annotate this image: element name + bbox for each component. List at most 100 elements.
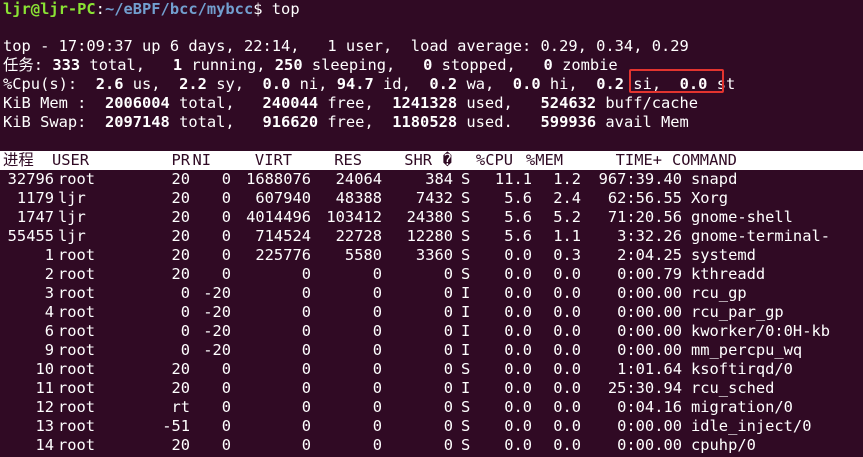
cpu-id: 94.7 xyxy=(336,75,374,93)
cell-virt: 0 xyxy=(301,417,311,435)
cell-pid: 10 xyxy=(35,360,54,378)
cell-virt: 0 xyxy=(301,322,311,340)
cell-mem: 0.0 xyxy=(553,417,581,435)
cell-shr: 0 xyxy=(443,379,453,397)
table-row: 10 root 20 0 0 0 0 S 0.0 0.0 1:01.64 ksoftirqd/0 xyxy=(0,360,863,379)
cell-pid: 9 xyxy=(44,341,54,359)
cell-virt: 0 xyxy=(301,398,311,416)
cell-mem: 5.2 xyxy=(553,208,581,226)
cell-virt: 0 xyxy=(301,265,311,283)
cell-command: gnome-shell xyxy=(691,208,793,226)
cell-ni: 0 xyxy=(221,417,231,435)
table-row: 13 root -51 0 0 0 0 S 0.0 0.0 0:00.00 idle_inject/0 xyxy=(0,417,863,436)
cell-time: 0:00.00 xyxy=(617,417,682,435)
cell-time: 967:39.40 xyxy=(598,170,682,188)
cell-command: rcu_sched xyxy=(691,379,775,397)
cell-pid: 1747 xyxy=(16,208,54,226)
cell-user: root xyxy=(58,379,96,397)
cell-virt: 607940 xyxy=(255,189,311,207)
cell-virt: 0 xyxy=(301,284,311,302)
cell-user: root xyxy=(58,265,96,283)
cell-shr: 384 xyxy=(425,170,453,188)
cpu-ni: 0.0 xyxy=(262,75,291,93)
cell-ni: 0 xyxy=(221,170,231,188)
cell-command: systemd xyxy=(691,246,756,264)
cell-pid: 1179 xyxy=(16,189,54,207)
column-header-mem: %MEM xyxy=(525,151,563,169)
cell-time: 62:56.55 xyxy=(607,189,682,207)
cell-state: S xyxy=(461,170,471,188)
table-row: 1747 ljr 20 0 4014496 103412 24380 S 5.6 5.2 71:20… xyxy=(0,208,863,227)
prompt-user-host: ljr@ljr-PC xyxy=(3,0,96,18)
cell-res: 0 xyxy=(372,303,382,321)
cell-res: 0 xyxy=(372,284,382,302)
swap-total: 2097148 xyxy=(104,113,170,131)
cell-virt: 0 xyxy=(301,360,311,378)
column-header-state: � xyxy=(442,151,452,169)
cell-command: Xorg xyxy=(691,189,729,207)
cell-ni: 0 xyxy=(221,379,231,397)
cell-virt: 1688076 xyxy=(246,170,311,188)
column-header-pr: PR xyxy=(171,151,190,169)
cell-mem: 2.4 xyxy=(553,189,581,207)
cell-res: 0 xyxy=(372,360,382,378)
cell-time: 0:00.79 xyxy=(617,265,682,283)
cell-cpu: 5.6 xyxy=(504,227,532,245)
mem-used: 1241328 xyxy=(392,94,458,112)
cell-state: S xyxy=(461,246,471,264)
highlight-box xyxy=(629,69,724,93)
cell-pr: 20 xyxy=(171,170,190,188)
cell-pr: 20 xyxy=(171,360,190,378)
cell-time: 71:20.56 xyxy=(607,208,682,226)
cell-pr: 20 xyxy=(171,379,190,397)
table-row: 1179 ljr 20 0 607940 48388 7432 S 5.6 2.4 62:56.55… xyxy=(0,189,863,208)
table-row: 14 root 20 0 0 0 0 S 0.0 0.0 0:00.00 cpuhp/0 xyxy=(0,436,863,455)
cell-pr: rt xyxy=(171,398,190,416)
cell-res: 22728 xyxy=(335,227,382,245)
cell-shr: 0 xyxy=(443,436,453,454)
mem-free: 240044 xyxy=(262,94,319,112)
cell-cpu: 0.0 xyxy=(504,417,532,435)
cell-ni: 0 xyxy=(221,398,231,416)
cell-res: 5580 xyxy=(344,246,382,264)
cell-command: kthreadd xyxy=(691,265,766,283)
column-header-command: COMMAND xyxy=(672,151,737,169)
cell-cpu: 0.0 xyxy=(504,379,532,397)
cell-time: 0:04.16 xyxy=(617,398,682,416)
cell-res: 0 xyxy=(372,379,382,397)
cell-user: ljr xyxy=(58,227,86,245)
cell-ni: 0 xyxy=(221,189,231,207)
table-row: 9 root 0 -20 0 0 0 I 0.0 0.0 0:00.00 mm_percpu_wq xyxy=(0,341,863,360)
cell-shr: 3360 xyxy=(415,246,453,264)
prompt-dollar: $ xyxy=(253,0,263,18)
cell-pid: 1 xyxy=(44,246,54,264)
tasks-stopped: 0 xyxy=(423,56,433,74)
cell-res: 0 xyxy=(372,436,382,454)
cell-pid: 2 xyxy=(44,265,54,283)
tasks-sleeping: 250 xyxy=(274,56,303,74)
mem-total: 2006004 xyxy=(104,94,170,112)
cell-time: 3:32.26 xyxy=(617,227,682,245)
cell-cpu: 0.0 xyxy=(504,360,532,378)
cell-shr: 0 xyxy=(443,284,453,302)
cell-shr: 0 xyxy=(443,360,453,378)
cell-mem: 0.3 xyxy=(553,246,581,264)
table-row: 12 root rt 0 0 0 0 S 0.0 0.0 0:04.16 migration/0 xyxy=(0,398,863,417)
cell-cpu: 0.0 xyxy=(504,265,532,283)
cell-res: 0 xyxy=(372,398,382,416)
column-header-time: TIME+ xyxy=(615,151,662,169)
cell-cpu: 0.0 xyxy=(504,436,532,454)
cell-res: 0 xyxy=(372,341,382,359)
cell-pr: 20 xyxy=(171,208,190,226)
cell-shr: 0 xyxy=(443,417,453,435)
cell-res: 24064 xyxy=(335,170,382,188)
cpu-hi: 0.0 xyxy=(512,75,541,93)
cell-res: 103412 xyxy=(326,208,382,226)
cell-state: I xyxy=(461,341,471,359)
cell-ni: 0 xyxy=(221,227,231,245)
cell-command: mm_percpu_wq xyxy=(691,341,803,359)
uptime-value: 6 days, 22:14, xyxy=(169,37,300,55)
cell-cpu: 0.0 xyxy=(504,284,532,302)
cpu-label: %Cpu(s): xyxy=(3,75,78,93)
cell-mem: 0.0 xyxy=(553,398,581,416)
